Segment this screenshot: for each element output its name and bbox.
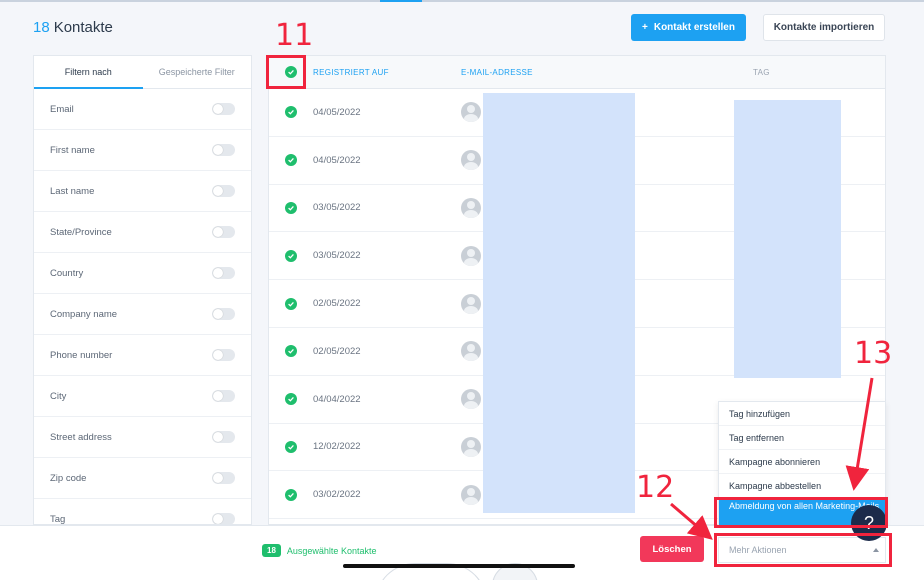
selected-contacts-info: 18 Ausgewählte Kontakte (262, 544, 376, 557)
check-icon[interactable] (285, 440, 297, 453)
filter-label: Company name (50, 308, 118, 320)
check-icon[interactable] (285, 345, 297, 358)
filter-item-street: Street address (34, 417, 251, 458)
filter-label: Last name (50, 185, 95, 197)
plus-icon: + (642, 22, 648, 33)
filter-label: Street address (50, 431, 112, 443)
avatar (461, 150, 481, 171)
filter-toggle[interactable] (212, 267, 235, 279)
page-title: 18 Kontakte (33, 19, 113, 36)
annotation-box-13 (714, 497, 888, 528)
avatar (461, 389, 481, 410)
filter-toggle[interactable] (212, 103, 235, 115)
filter-toggle[interactable] (212, 144, 235, 156)
avatar (461, 245, 481, 266)
filter-label: Phone number (50, 349, 113, 361)
filter-label: Country (50, 267, 84, 279)
import-contacts-button[interactable]: Kontakte importieren (763, 14, 885, 41)
email-redaction (483, 93, 635, 513)
tab-filter-by[interactable]: Filtern nach (34, 56, 143, 89)
registered-date: 02/05/2022 (313, 345, 361, 357)
annotation-box-11 (266, 55, 306, 89)
registered-date: 03/05/2022 (313, 250, 361, 262)
avatar (461, 293, 481, 314)
home-indicator (343, 564, 575, 568)
registered-date: 02/05/2022 (313, 298, 361, 310)
registered-date: 04/05/2022 (313, 106, 361, 118)
registered-date: 04/05/2022 (313, 154, 361, 166)
avatar (461, 436, 481, 457)
filter-item-email: Email (34, 89, 251, 130)
filter-toggle[interactable] (212, 513, 235, 524)
filter-label: Tag (50, 513, 66, 525)
menu-item-subscribe-campaign[interactable]: Kampagne abonnieren (719, 450, 885, 474)
filter-toggle[interactable] (212, 349, 235, 361)
page-title-label: Kontakte (53, 19, 113, 36)
menu-item-unsubscribe-campaign[interactable]: Kampagne abbestellen (719, 474, 885, 498)
delete-button[interactable]: Löschen (640, 536, 704, 562)
check-icon[interactable] (285, 154, 297, 167)
selected-contacts-label: Ausgewählte Kontakte (286, 545, 377, 556)
avatar (461, 484, 481, 505)
filter-toggle[interactable] (212, 185, 235, 197)
column-tag[interactable]: TAG (711, 68, 885, 77)
column-registered[interactable]: REGISTRIERT AUF (313, 68, 461, 77)
create-contact-label: Kontakt erstellen (653, 22, 735, 33)
filter-item-state: State/Province (34, 212, 251, 253)
annotation-number-13: 13 (854, 336, 893, 371)
avatar (461, 341, 481, 362)
registered-date: 04/04/2022 (313, 393, 361, 405)
filter-item-city: City (34, 376, 251, 417)
filter-label: Zip code (50, 472, 87, 484)
menu-item-add-tag[interactable]: Tag hinzufügen (719, 402, 885, 426)
filter-toggle[interactable] (212, 308, 235, 320)
avatar (461, 102, 481, 123)
filter-toggle[interactable] (212, 390, 235, 402)
filter-item-company: Company name (34, 294, 251, 335)
avatar (461, 197, 481, 218)
filter-item-tag: Tag (34, 499, 251, 525)
top-divider (0, 0, 924, 2)
tag-redaction (734, 100, 841, 378)
filter-sidebar: Filtern nach Gespeicherte Filter Email F… (33, 55, 252, 525)
filter-item-zip: Zip code (34, 458, 251, 499)
contact-count: 18 (33, 19, 50, 36)
menu-item-remove-tag[interactable]: Tag entfernen (719, 426, 885, 450)
annotation-number-11: 11 (275, 18, 314, 53)
registered-date: 03/05/2022 (313, 202, 361, 214)
column-email[interactable]: E-MAIL-ADRESSE (461, 68, 711, 77)
annotation-number-12: 12 (636, 470, 675, 505)
create-contact-button[interactable]: + Kontakt erstellen (631, 14, 746, 41)
filter-label: City (50, 390, 67, 402)
registered-date: 03/02/2022 (313, 489, 361, 501)
sidebar-tabs: Filtern nach Gespeicherte Filter (34, 56, 251, 89)
filter-item-first-name: First name (34, 130, 251, 171)
check-icon[interactable] (285, 249, 297, 262)
tab-saved-filters[interactable]: Gespeicherte Filter (143, 56, 252, 88)
check-icon[interactable] (285, 201, 297, 214)
filter-item-country: Country (34, 253, 251, 294)
check-icon[interactable] (285, 106, 297, 119)
check-icon[interactable] (285, 297, 297, 310)
filter-label: Email (50, 103, 74, 115)
selected-count-badge: 18 (262, 544, 281, 557)
filter-label: State/Province (50, 226, 112, 238)
registered-date: 12/02/2022 (313, 441, 361, 453)
check-icon[interactable] (285, 393, 297, 406)
filter-toggle[interactable] (212, 431, 235, 443)
check-icon[interactable] (285, 488, 297, 501)
filter-label: First name (50, 144, 95, 156)
top-divider-accent (380, 0, 422, 2)
filter-toggle[interactable] (212, 472, 235, 484)
filter-item-last-name: Last name (34, 171, 251, 212)
filter-toggle[interactable] (212, 226, 235, 238)
table-header: REGISTRIERT AUF E-MAIL-ADRESSE TAG (269, 56, 885, 89)
filter-item-phone: Phone number (34, 335, 251, 376)
annotation-box-12 (714, 533, 892, 567)
